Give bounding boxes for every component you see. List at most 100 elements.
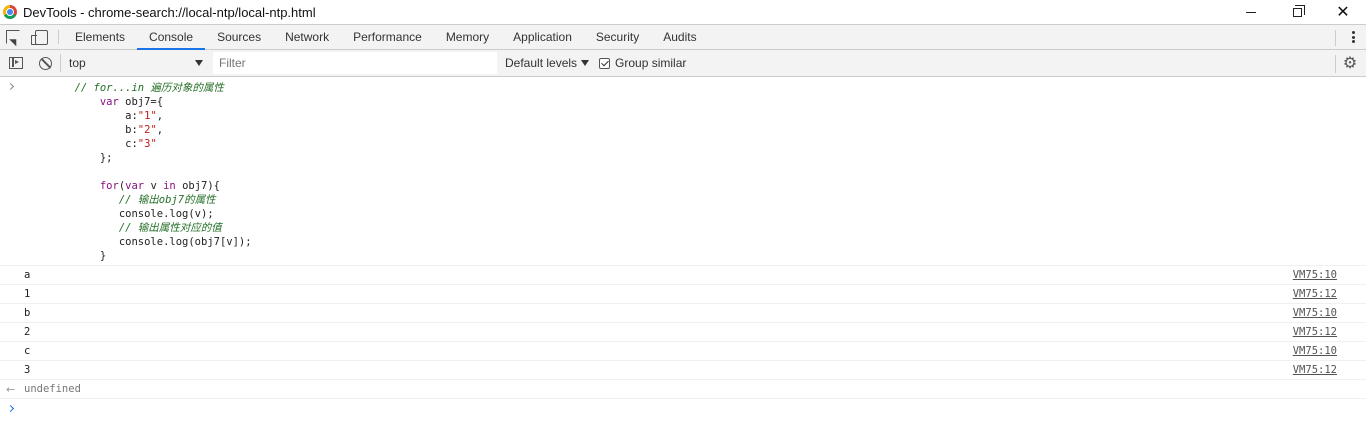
result-value: undefined [24,383,81,395]
code-line: b:"2", [24,123,1366,137]
title-bar: DevTools - chrome-search://local-ntp/loc… [0,0,1366,24]
code-line: } [24,249,1366,263]
context-selector[interactable]: top [67,53,205,74]
tab-console[interactable]: Console [137,25,206,50]
close-icon: ✕ [1336,2,1350,21]
log-source-link[interactable]: VM75:12 [1293,361,1337,380]
inspect-element-button[interactable] [0,25,26,49]
group-similar-option[interactable]: Group similar [599,56,686,70]
tab-memory[interactable]: Memory [434,25,501,49]
code-line: var obj7={ [24,95,1366,109]
log-value: c [24,345,31,357]
toolbar-divider [1335,30,1336,46]
code-token: , [156,110,164,122]
code-line: }; [24,151,1366,165]
console-toolbar: top Default levels Group similar [0,50,1366,77]
group-similar-label: Group similar [615,56,687,70]
tab-elements[interactable]: Elements [63,25,137,49]
tab-network[interactable]: Network [273,25,341,49]
restore-icon [1292,4,1305,17]
tab-sources[interactable]: Sources [205,25,273,49]
log-message: c VM75:10 [0,342,1366,361]
code-token: var [99,96,119,108]
code-token: } [24,250,107,262]
toolbar-divider [58,30,59,44]
log-source-link[interactable]: VM75:10 [1293,342,1337,361]
code-line: console.log(obj7[v]); [24,235,1366,249]
devtools-tab-bar: Elements Console Sources Network Performance… [0,24,1366,50]
log-levels-label: Default levels [505,56,578,70]
filter-input[interactable] [213,52,497,74]
dropdown-arrow-icon [581,60,590,66]
more-options-button[interactable] [1352,29,1356,45]
code-token: obj7={ [118,96,164,108]
code-line: // 输出obj7的属性 [24,193,1366,207]
log-message: 3 VM75:12 [0,361,1366,380]
code-line: c:"3" [24,137,1366,151]
prompt-chevron-icon [6,404,15,413]
log-message: a VM75:10 [0,266,1366,285]
minimize-button[interactable] [1228,0,1274,24]
log-source-link[interactable]: VM75:12 [1293,285,1337,304]
log-output-list: a VM75:10 1 VM75:12 b VM75:10 2 VM75:12 c VM75:10… [0,266,1366,380]
tab-performance[interactable]: Performance [341,25,434,49]
code-token: in [163,180,176,192]
clear-console-icon[interactable] [39,56,52,70]
log-levels-dropdown[interactable]: Default levels [505,56,590,70]
result-arrow-icon: ← [6,383,16,396]
device-toolbar-button[interactable] [26,25,52,49]
code-token: "1" [137,110,157,122]
log-source-link[interactable]: VM75:10 [1293,304,1337,323]
code-token: a: [24,110,138,122]
log-message: 1 VM75:12 [0,285,1366,304]
code-line: console.log(v); [24,207,1366,221]
tab-security[interactable]: Security [584,25,651,49]
log-value: 1 [24,288,31,300]
code-line: for(var v in obj7){ [24,179,1366,193]
code-token: , [156,124,164,136]
inspect-icon [6,30,20,44]
log-value: b [24,307,31,319]
kebab-dot-icon [1352,31,1355,34]
log-source-link[interactable]: VM75:12 [1293,323,1337,342]
code-line: // 输出属性对应的值 [24,221,1366,235]
code-token: // 输出属性对应的值 [118,222,222,234]
console-messages: // for...in 遍历对象的属性 var obj7={ a:"1", b:… [0,78,1366,427]
log-message: b VM75:10 [0,304,1366,323]
context-value: top [69,56,86,70]
chrome-logo-icon [3,5,17,19]
code-token: console.log(obj7[v]); [24,236,252,248]
panel-tabs: Elements Console Sources Network Performance… [63,25,709,50]
code-token: // for...in 遍历对象的属性 [74,82,224,94]
command-result: ← undefined [0,380,1366,399]
code-token: var [125,180,145,192]
group-similar-checkbox[interactable] [599,57,611,69]
log-value: a [24,269,31,281]
tab-application[interactable]: Application [501,25,584,49]
code-line: a:"1", [24,109,1366,123]
command-code: // for...in 遍历对象的属性 var obj7={ a:"1", b:… [24,81,1366,263]
code-line: // for...in 遍历对象的属性 [24,81,1366,95]
log-value: 3 [24,364,31,376]
console-settings-gear-icon[interactable]: ⚙ [1342,55,1358,71]
console-sidebar-toggle-icon[interactable] [9,57,23,69]
code-token: console.log(v); [24,208,214,220]
code-token: // 输出obj7的属性 [118,194,216,206]
code-token: "3" [137,138,157,150]
code-token: obj7){ [175,180,221,192]
tab-audits[interactable]: Audits [651,25,708,49]
window-title: DevTools - chrome-search://local-ntp/loc… [23,4,316,20]
window-controls: ✕ [1228,0,1366,24]
log-source-link[interactable]: VM75:10 [1293,266,1337,285]
dropdown-arrow-icon [195,60,203,66]
restore-button[interactable] [1274,0,1320,24]
console-prompt[interactable] [0,399,1366,418]
close-button[interactable]: ✕ [1320,0,1366,24]
code-token: for [99,180,119,192]
